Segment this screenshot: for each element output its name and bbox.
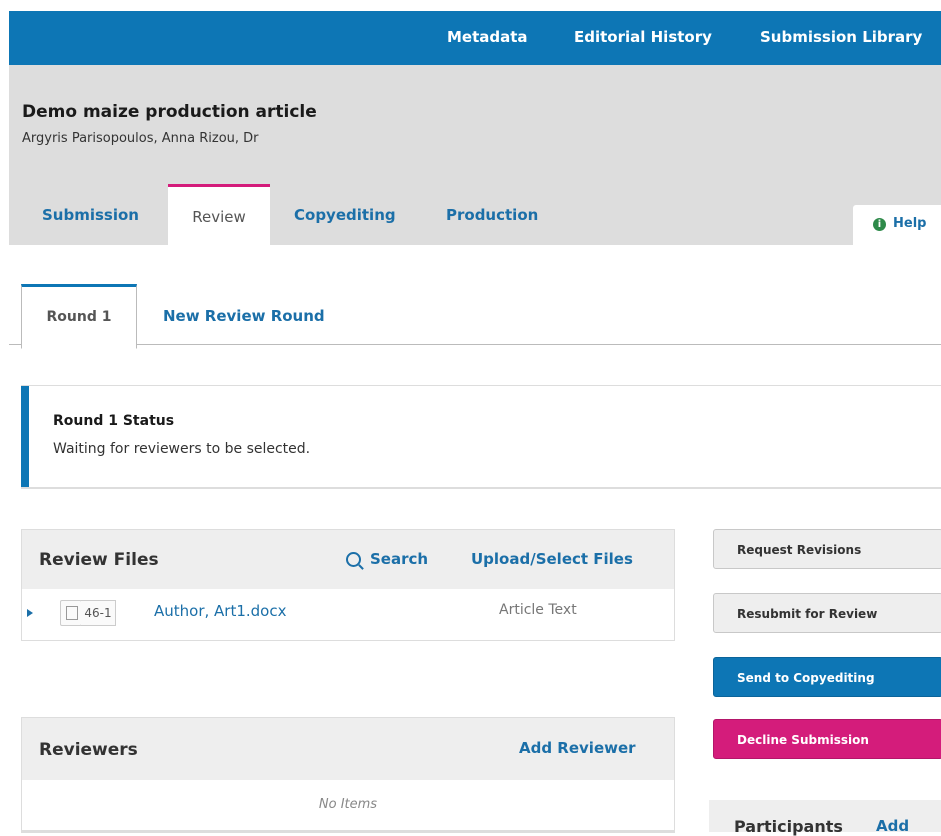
- send-to-copyediting-button[interactable]: Send to Copyediting: [713, 657, 941, 697]
- tab-round-1[interactable]: Round 1: [21, 284, 137, 349]
- reviewers-title: Reviewers: [39, 740, 138, 760]
- resubmit-for-review-button[interactable]: Resubmit for Review: [713, 593, 941, 633]
- upload-select-files-link[interactable]: Upload/Select Files: [471, 550, 633, 568]
- tab-review[interactable]: Review: [168, 184, 270, 248]
- round-status-panel: Round 1 Status Waiting for reviewers to …: [21, 385, 941, 489]
- help-button[interactable]: i Help: [853, 205, 941, 245]
- submission-title: Demo maize production article: [22, 102, 317, 122]
- decline-submission-button[interactable]: Decline Submission: [713, 719, 941, 759]
- document-icon: [60, 600, 82, 626]
- nav-link-submission-library[interactable]: Submission Library: [760, 28, 922, 46]
- reviewers-empty-message: No Items: [318, 797, 378, 812]
- status-title: Round 1 Status: [53, 413, 175, 429]
- top-navigation-bar: Metadata Editorial History Submission Li…: [9, 11, 941, 65]
- search-icon[interactable]: [346, 552, 361, 567]
- submission-header: Demo maize production article Argyris Pa…: [9, 65, 941, 248]
- status-text: Waiting for reviewers to be selected.: [53, 441, 311, 457]
- review-files-title: Review Files: [39, 550, 159, 570]
- reviewers-header: Reviewers Add Reviewer: [22, 718, 674, 780]
- info-icon: i: [873, 218, 886, 231]
- nav-link-editorial-history[interactable]: Editorial History: [574, 28, 712, 46]
- participants-title: Participants: [734, 817, 843, 836]
- review-files-header: Review Files Search Upload/Select Files: [22, 530, 674, 589]
- request-revisions-button[interactable]: Request Revisions: [713, 529, 941, 569]
- tab-production[interactable]: Production: [446, 185, 538, 245]
- round-tabs-divider: [9, 344, 941, 345]
- tab-new-review-round[interactable]: New Review Round: [163, 286, 325, 346]
- status-accent-bar: [21, 386, 29, 487]
- file-type-label: Article Text: [499, 602, 577, 618]
- participants-panel: Participants Add: [709, 800, 941, 836]
- expand-triangle-icon[interactable]: [27, 609, 33, 617]
- file-id-badge: 46-1: [81, 600, 116, 626]
- reviewers-panel: Reviewers Add Reviewer No Items: [21, 717, 675, 833]
- help-label: Help: [893, 216, 927, 231]
- add-reviewer-link[interactable]: Add Reviewer: [519, 739, 636, 757]
- table-row: 46-1 Author, Art1.docx Article Text: [22, 589, 674, 640]
- review-files-panel: Review Files Search Upload/Select Files …: [21, 529, 675, 641]
- nav-link-metadata[interactable]: Metadata: [447, 28, 528, 46]
- tab-copyediting[interactable]: Copyediting: [294, 185, 396, 245]
- search-files-link[interactable]: Search: [370, 550, 428, 568]
- submission-authors: Argyris Parisopoulos, Anna Rizou, Dr: [22, 131, 259, 146]
- file-name-link[interactable]: Author, Art1.docx: [154, 602, 286, 620]
- add-participant-link[interactable]: Add: [876, 817, 909, 835]
- tab-submission[interactable]: Submission: [42, 185, 139, 245]
